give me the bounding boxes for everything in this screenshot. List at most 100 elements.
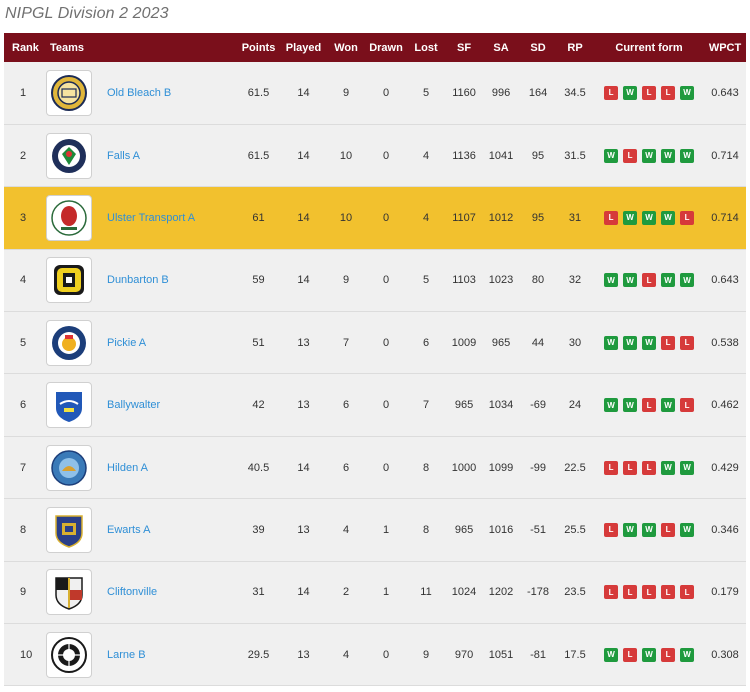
header-wpct[interactable]: WPCT: [704, 33, 746, 62]
played-cell: 14: [297, 211, 310, 224]
table-row: 6 Ballywalter 42 13 6 0 7 965 1034 -69 24 W W L W L 0.46…: [4, 373, 747, 437]
table-row: 5 Pickie A 51 13 7 0 6 1009 965 44 30 W W W L L 0.538: [4, 311, 747, 374]
header-sa[interactable]: SA: [482, 33, 520, 62]
current-form: LWLLW: [594, 85, 704, 100]
rp-cell: 32: [568, 274, 582, 287]
sa-cell: 1051: [488, 648, 514, 661]
drawn-cell: 1: [382, 586, 390, 599]
form-badge-loss: L: [642, 398, 657, 413]
team-name-link[interactable]: Pickie A: [107, 337, 146, 349]
lost-cell: 4: [422, 149, 430, 162]
rank-cell: 8: [20, 523, 27, 536]
current-form: WWLWW: [594, 273, 704, 288]
ulster-transport-logo[interactable]: [46, 194, 92, 241]
cliftonville-logo[interactable]: [46, 569, 92, 616]
rank-cell: 10: [20, 648, 33, 661]
pickie-logo[interactable]: [46, 319, 92, 366]
sa-cell: 965: [491, 336, 511, 349]
header-sf[interactable]: SF: [446, 33, 482, 62]
header-rank[interactable]: Rank: [4, 33, 44, 62]
ballywalter-logo[interactable]: [46, 382, 92, 429]
team-crest-icon: [52, 138, 86, 173]
form-badge-loss: L: [623, 647, 638, 662]
team-crest-icon: [54, 265, 84, 296]
table-row: 2 Falls A 61.5 14 10 0 4 1136 1041 95 31.5 W L W W W 0.7…: [4, 124, 747, 187]
sd-cell: 95: [531, 149, 545, 162]
sf-cell: 1009: [451, 336, 477, 349]
table-row: 4 Dunbarton B 59 14 9 0 5 1103 1023 80 32 W W L W W 0.64…: [4, 249, 747, 312]
drawn-cell: 1: [382, 523, 390, 536]
ewarts-logo[interactable]: [46, 506, 92, 553]
lost-cell: 8: [422, 523, 430, 536]
form-badge-win: W: [623, 210, 638, 225]
points-cell: 61.5: [247, 149, 270, 162]
form-badge-win: W: [604, 398, 619, 413]
form-badge-loss: L: [623, 585, 638, 600]
larne-logo[interactable]: [46, 631, 92, 678]
header-teams[interactable]: Teams: [44, 33, 236, 62]
table-body: 1 Old Bleach B 61.5 14 9 0 5 1160 996 164 34.5 L W L L…: [4, 62, 747, 686]
sf-cell: 1160: [452, 86, 476, 99]
rp-cell: 23.5: [564, 586, 586, 599]
sd-cell: -69: [530, 399, 546, 412]
team-name-link[interactable]: Dunbarton B: [107, 274, 169, 286]
table-row: 7 Hilden A 40.5 14 6 0 8 1000 1099 -99 22.5 L L L W W 0.…: [4, 436, 747, 499]
team-crest-icon: [51, 74, 87, 111]
form-badge-win: W: [642, 335, 657, 350]
won-cell: 9: [342, 86, 350, 99]
points-cell: 42: [252, 399, 265, 412]
form-badge-loss: L: [623, 460, 638, 475]
header-drawn[interactable]: Drawn: [366, 33, 406, 62]
team-name-link[interactable]: Hilden A: [107, 462, 148, 474]
dunbarton-logo[interactable]: [46, 257, 92, 304]
page-title: NIPGL Division 2 2023: [5, 5, 169, 22]
form-badge-win: W: [604, 148, 619, 163]
team-crest-icon: [51, 636, 87, 673]
form-badge-loss: L: [604, 85, 619, 100]
played-cell: 14: [297, 149, 310, 162]
rank-cell: 9: [20, 586, 27, 599]
rank-cell: 5: [20, 336, 27, 349]
team-name-link[interactable]: Old Bleach B: [107, 87, 171, 99]
form-badge-win: W: [661, 273, 676, 288]
header-won[interactable]: Won: [326, 33, 366, 62]
form-badge-loss: L: [623, 148, 638, 163]
drawn-cell: 0: [382, 461, 390, 474]
header-points[interactable]: Points: [236, 33, 281, 62]
header-played[interactable]: Played: [281, 33, 326, 62]
team-name-link[interactable]: Ulster Transport A: [107, 212, 195, 224]
lost-cell: 9: [422, 648, 430, 661]
falls-logo[interactable]: [46, 132, 92, 179]
team-name-link[interactable]: Larne B: [107, 649, 146, 661]
team-name-link[interactable]: Cliftonville: [107, 586, 157, 598]
played-cell: 13: [297, 399, 310, 412]
won-cell: 10: [339, 211, 353, 224]
sa-cell: 1034: [488, 399, 514, 412]
form-badge-loss: L: [661, 85, 676, 100]
form-badge-win: W: [680, 460, 695, 475]
sf-cell: 965: [454, 523, 474, 536]
team-name-link[interactable]: Falls A: [107, 150, 140, 162]
points-cell: 31: [252, 586, 265, 599]
sa-cell: 1099: [488, 461, 514, 474]
drawn-cell: 0: [382, 399, 390, 412]
team-name-link[interactable]: Ewarts A: [107, 524, 150, 536]
form-badge-loss: L: [680, 585, 695, 600]
sa-cell: 1012: [488, 211, 514, 224]
team-crest-icon: [55, 515, 83, 548]
played-cell: 13: [297, 648, 310, 661]
old-bleach-logo[interactable]: [46, 69, 92, 116]
form-badge-win: W: [661, 398, 676, 413]
team-name-link[interactable]: Ballywalter: [107, 399, 160, 411]
hilden-logo[interactable]: [46, 444, 92, 491]
form-badge-win: W: [680, 647, 695, 662]
lost-cell: 7: [422, 399, 430, 412]
form-badge-win: W: [680, 148, 695, 163]
team-crest-icon: [52, 325, 86, 360]
header-lost[interactable]: Lost: [406, 33, 446, 62]
header-rp[interactable]: RP: [556, 33, 594, 62]
lost-cell: 6: [422, 336, 430, 349]
lost-cell: 11: [420, 586, 432, 599]
header-sd[interactable]: SD: [520, 33, 556, 62]
current-form: WLWLW: [594, 647, 704, 662]
